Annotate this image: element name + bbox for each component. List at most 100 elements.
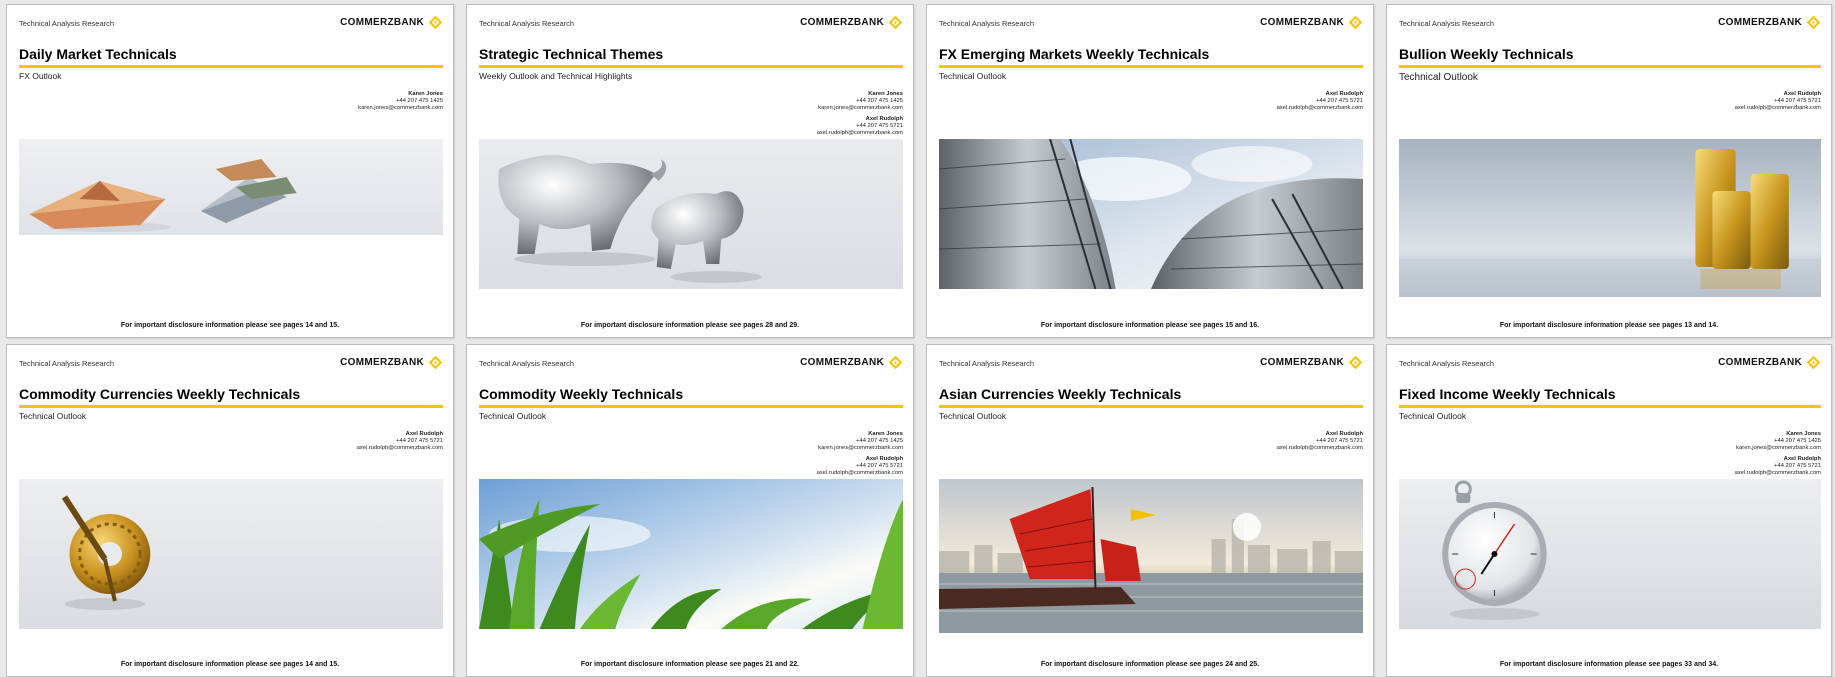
title-rule xyxy=(479,65,903,68)
disclosure-note: For important disclosure information ple… xyxy=(1040,322,1260,329)
contact-name: Karen Jones xyxy=(408,91,443,97)
brand-name: COMMERZBANK xyxy=(1260,357,1344,368)
cover-image-junk-boat-harbour xyxy=(939,479,1363,633)
commerzbank-logo-icon xyxy=(1806,15,1821,30)
title-rule xyxy=(939,65,1363,68)
report-cover-strategic-technical-themes[interactable]: Technical Analysis Research COMMERZBANK … xyxy=(466,4,914,338)
report-cover-bullion-weekly[interactable]: Technical Analysis Research COMMERZBANK … xyxy=(1386,4,1832,338)
report-title: Asian Currencies Weekly Technicals xyxy=(939,386,1182,402)
commerzbank-brand: COMMERZBANK xyxy=(1260,15,1363,30)
commerzbank-logo-icon xyxy=(1348,15,1363,30)
cover-image-silver-bull-bear xyxy=(479,139,903,289)
report-title: Daily Market Technicals xyxy=(19,46,177,62)
report-subtitle: FX Outlook xyxy=(19,71,62,81)
contact-email: axel.rudolph@commerzbank.com xyxy=(1734,105,1821,111)
contact: Axel Rudolph +44 207 475 5721 axel.rudol… xyxy=(1277,91,1363,112)
analyst-contacts: Karen Jones +44 207 475 1425 karen.jones… xyxy=(1735,431,1821,481)
analyst-contacts: Axel Rudolph +44 207 475 5721 axel.rudol… xyxy=(1277,431,1363,456)
contact-name: Axel Rudolph xyxy=(1783,91,1821,97)
report-title: Commodity Weekly Technicals xyxy=(479,386,684,402)
header-label: Technical Analysis Research xyxy=(19,359,115,368)
brand-name: COMMERZBANK xyxy=(800,357,884,368)
contact-email: axel.rudolph@commerzbank.com xyxy=(816,470,903,476)
header-label: Technical Analysis Research xyxy=(939,19,1035,28)
contact-name: Axel Rudolph xyxy=(1325,431,1363,437)
contact-name: Axel Rudolph xyxy=(1325,91,1363,97)
disclosure-note: For important disclosure information ple… xyxy=(120,661,340,668)
cover-image-steel-tanks-sky xyxy=(939,139,1363,289)
report-subtitle: Technical Outlook xyxy=(1399,72,1478,83)
contact-name: Axel Rudolph xyxy=(1783,456,1821,462)
header-label: Technical Analysis Research xyxy=(1399,19,1495,28)
contact-email: karen.jones@commerzbank.com xyxy=(1736,445,1821,451)
commerzbank-logo-icon xyxy=(888,355,903,370)
disclosure-note: For important disclosure information ple… xyxy=(580,661,800,668)
contact-name: Karen Jones xyxy=(868,91,903,97)
report-cover-fixed-income[interactable]: Technical Analysis Research COMMERZBANK … xyxy=(1386,344,1832,677)
report-cover-asian-currencies[interactable]: Technical Analysis Research COMMERZBANK … xyxy=(926,344,1374,677)
report-subtitle: Technical Outlook xyxy=(479,411,547,421)
contact-phone: +44 207 475 1425 xyxy=(856,438,903,444)
title-rule xyxy=(19,405,443,408)
report-subtitle: Technical Outlook xyxy=(939,71,1007,81)
contact: Axel Rudolph +44 207 475 5721 axel.rudol… xyxy=(817,116,903,137)
report-cover-fx-emerging-markets[interactable]: Technical Analysis Research COMMERZBANK … xyxy=(926,4,1374,338)
contact: Axel Rudolph +44 207 475 5721 axel.rudol… xyxy=(1735,91,1821,112)
contact-name: Karen Jones xyxy=(1786,431,1821,437)
contact-email: axel.rudolph@commerzbank.com xyxy=(1734,470,1821,476)
contact: Karen Jones +44 207 475 1425 karen.jones… xyxy=(817,91,903,112)
contact-phone: +44 207 475 1425 xyxy=(1774,438,1821,444)
contact-phone: +44 207 475 1425 xyxy=(856,98,903,104)
analyst-contacts: Axel Rudolph +44 207 475 5721 axel.rudol… xyxy=(1277,91,1363,116)
contact-phone: +44 207 475 5721 xyxy=(1774,463,1821,469)
report-cover-commodity-weekly[interactable]: Technical Analysis Research COMMERZBANK … xyxy=(466,344,914,677)
brand-name: COMMERZBANK xyxy=(1718,17,1802,28)
contact-phone: +44 207 475 1425 xyxy=(396,98,443,104)
contact-email: axel.rudolph@commerzbank.com xyxy=(356,445,443,451)
brand-name: COMMERZBANK xyxy=(340,357,424,368)
contact: Axel Rudolph +44 207 475 5721 axel.rudol… xyxy=(357,431,443,452)
analyst-contacts: Axel Rudolph +44 207 475 5721 axel.rudol… xyxy=(1735,91,1821,116)
commerzbank-logo-icon xyxy=(1806,355,1821,370)
contact: Axel Rudolph +44 207 475 5721 axel.rudol… xyxy=(1277,431,1363,452)
header-label: Technical Analysis Research xyxy=(479,359,575,368)
cover-image-stopwatch xyxy=(1399,479,1821,629)
commerzbank-logo-icon xyxy=(888,15,903,30)
report-subtitle: Weekly Outlook and Technical Highlights xyxy=(479,71,633,81)
contact-phone: +44 207 475 5721 xyxy=(396,438,443,444)
analyst-contacts: Karen Jones +44 207 475 1425 karen.jones… xyxy=(358,91,443,116)
title-rule xyxy=(1399,65,1821,68)
analyst-contacts: Karen Jones +44 207 475 1425 karen.jones… xyxy=(817,431,903,481)
report-cover-daily-market-technicals[interactable]: Technical Analysis Research COMMERZBANK … xyxy=(6,4,454,338)
disclosure-note: For important disclosure information ple… xyxy=(580,322,800,329)
commerzbank-brand: COMMERZBANK xyxy=(800,15,903,30)
contact-name: Axel Rudolph xyxy=(865,456,903,462)
contact-email: axel.rudolph@commerzbank.com xyxy=(1276,105,1363,111)
contact-phone: +44 207 475 5721 xyxy=(856,463,903,469)
commerzbank-brand: COMMERZBANK xyxy=(1718,355,1821,370)
report-title: Commodity Currencies Weekly Technicals xyxy=(19,386,301,402)
contact-phone: +44 207 475 5721 xyxy=(1316,98,1363,104)
report-subtitle: Technical Outlook xyxy=(1399,411,1467,421)
cover-image-corn-field-sky xyxy=(479,479,903,629)
contact: Axel Rudolph +44 207 475 5721 axel.rudol… xyxy=(817,456,903,477)
header-label: Technical Analysis Research xyxy=(19,19,115,28)
contact-phone: +44 207 475 5721 xyxy=(856,123,903,129)
header-label: Technical Analysis Research xyxy=(939,359,1035,368)
title-rule xyxy=(479,405,903,408)
brand-name: COMMERZBANK xyxy=(1718,357,1802,368)
cover-image-gold-bars xyxy=(1399,139,1821,297)
report-cover-commodity-currencies[interactable]: Technical Analysis Research COMMERZBANK … xyxy=(6,344,454,677)
title-rule xyxy=(1399,405,1821,408)
disclosure-note: For important disclosure information ple… xyxy=(120,322,340,329)
contact-name: Axel Rudolph xyxy=(405,431,443,437)
disclosure-note: For important disclosure information ple… xyxy=(1499,661,1719,668)
contact-phone: +44 207 475 5721 xyxy=(1316,438,1363,444)
header-label: Technical Analysis Research xyxy=(479,19,575,28)
commerzbank-logo-icon xyxy=(428,15,443,30)
report-subtitle: Technical Outlook xyxy=(939,411,1007,421)
brand-name: COMMERZBANK xyxy=(800,17,884,28)
contact-email: axel.rudolph@commerzbank.com xyxy=(1276,445,1363,451)
title-rule xyxy=(939,405,1363,408)
contact: Karen Jones +44 207 475 1425 karen.jones… xyxy=(817,431,903,452)
